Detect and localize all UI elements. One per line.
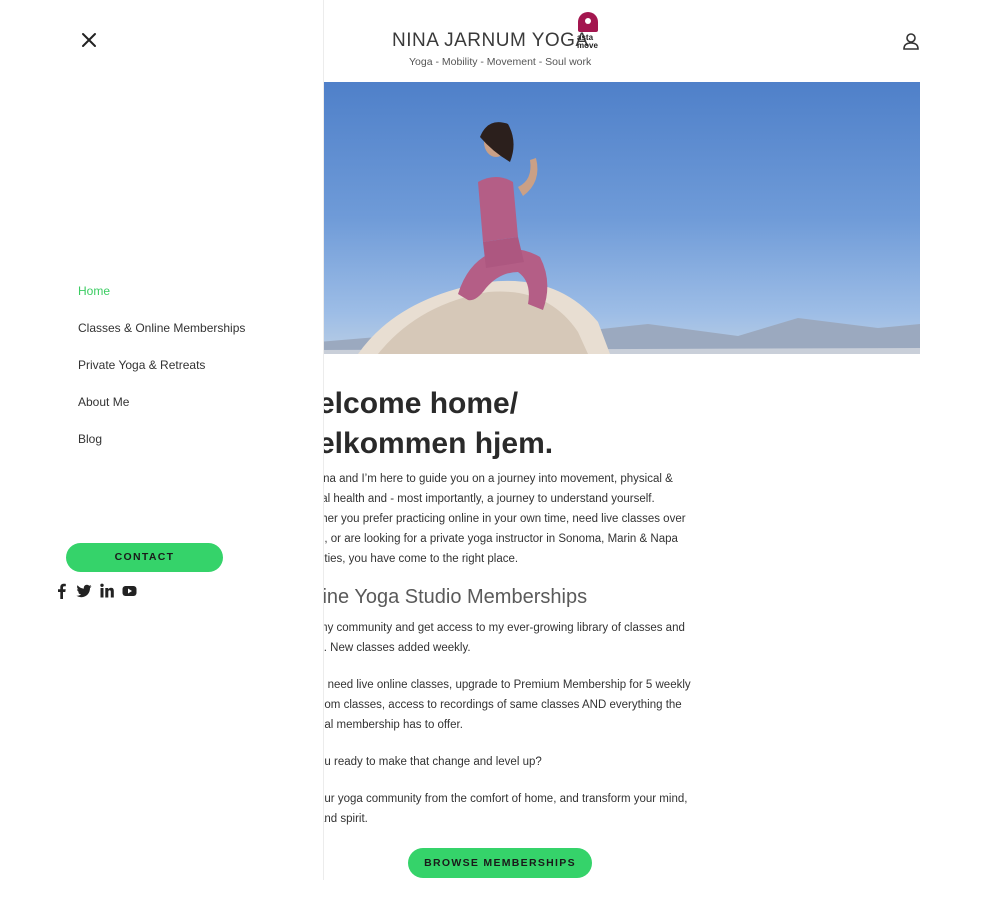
intro-paragraph: lina and I’m here to guide you on a jour… <box>318 469 718 569</box>
asta-move-logo: asta move <box>576 12 604 50</box>
youtube-icon[interactable] <box>122 583 137 599</box>
asta-mark-icon <box>578 12 598 32</box>
community-line: our yoga community from the comfort of h… <box>318 793 688 805</box>
menu-item-home[interactable]: Home <box>78 284 245 321</box>
facebook-icon[interactable] <box>57 583 66 599</box>
intro-line: lina and I’m here to guide you on a jour… <box>318 473 673 485</box>
level-up-line: ou ready to make that change and level u… <box>318 756 542 768</box>
premium-line: oom classes, access to recordings of sam… <box>318 699 682 711</box>
side-menu-drawer: Home Classes & Online Memberships Privat… <box>0 0 324 880</box>
hero-image <box>318 82 920 354</box>
membership-paragraph: my community and get access to my ever-g… <box>318 618 718 658</box>
memberships-heading: line Yoga Studio Memberships <box>318 586 588 608</box>
membership-line: my community and get access to my ever-g… <box>318 622 685 634</box>
intro-line: ther you prefer practicing online in you… <box>318 513 686 525</box>
account-icon[interactable] <box>902 32 920 50</box>
intro-line: nties, you have come to the right place. <box>318 553 519 565</box>
welcome-heading: elcome home/ elkommen hjem. <box>318 384 553 464</box>
menu-item-private-yoga-retreats[interactable]: Private Yoga & Retreats <box>78 358 245 395</box>
membership-line: s. New classes added weekly. <box>318 642 471 654</box>
premium-line: nal membership has to offer. <box>318 719 463 731</box>
logo-text: NINA JARNUM YOGA <box>392 30 589 51</box>
yoga-pose-photo <box>358 122 610 354</box>
menu-item-blog[interactable]: Blog <box>78 432 245 469</box>
logo-tagline: Yoga - Mobility - Movement - Soul work <box>409 56 592 68</box>
side-menu-nav: Home Classes & Online Memberships Privat… <box>78 284 245 469</box>
community-paragraph: our yoga community from the comfort of h… <box>318 789 718 829</box>
logo-badge-line2: move <box>577 41 598 50</box>
browse-memberships-button[interactable]: BROWSE MEMBERSHIPS <box>408 848 592 878</box>
menu-item-about-me[interactable]: About Me <box>78 395 245 432</box>
welcome-heading-line2: elkommen hjem. <box>318 427 554 460</box>
premium-paragraph: u need live online classes, upgrade to P… <box>318 675 718 735</box>
close-icon[interactable] <box>80 31 98 49</box>
level-up-paragraph: ou ready to make that change and level u… <box>318 752 718 772</box>
contact-button[interactable]: CONTACT <box>66 543 223 572</box>
twitter-icon[interactable] <box>76 583 92 599</box>
linkedin-icon[interactable] <box>100 583 114 599</box>
logo[interactable]: NINA JARNUM YOGA asta move Yoga - Mobili… <box>390 12 605 72</box>
community-line: and spirit. <box>318 813 368 825</box>
intro-line: h, or are looking for a private yoga ins… <box>318 533 678 545</box>
intro-line: tal health and - most importantly, a jou… <box>318 493 655 505</box>
premium-line: u need live online classes, upgrade to P… <box>318 679 691 691</box>
welcome-heading-line1: elcome home/ <box>318 387 519 420</box>
menu-item-classes-memberships[interactable]: Classes & Online Memberships <box>78 321 245 358</box>
